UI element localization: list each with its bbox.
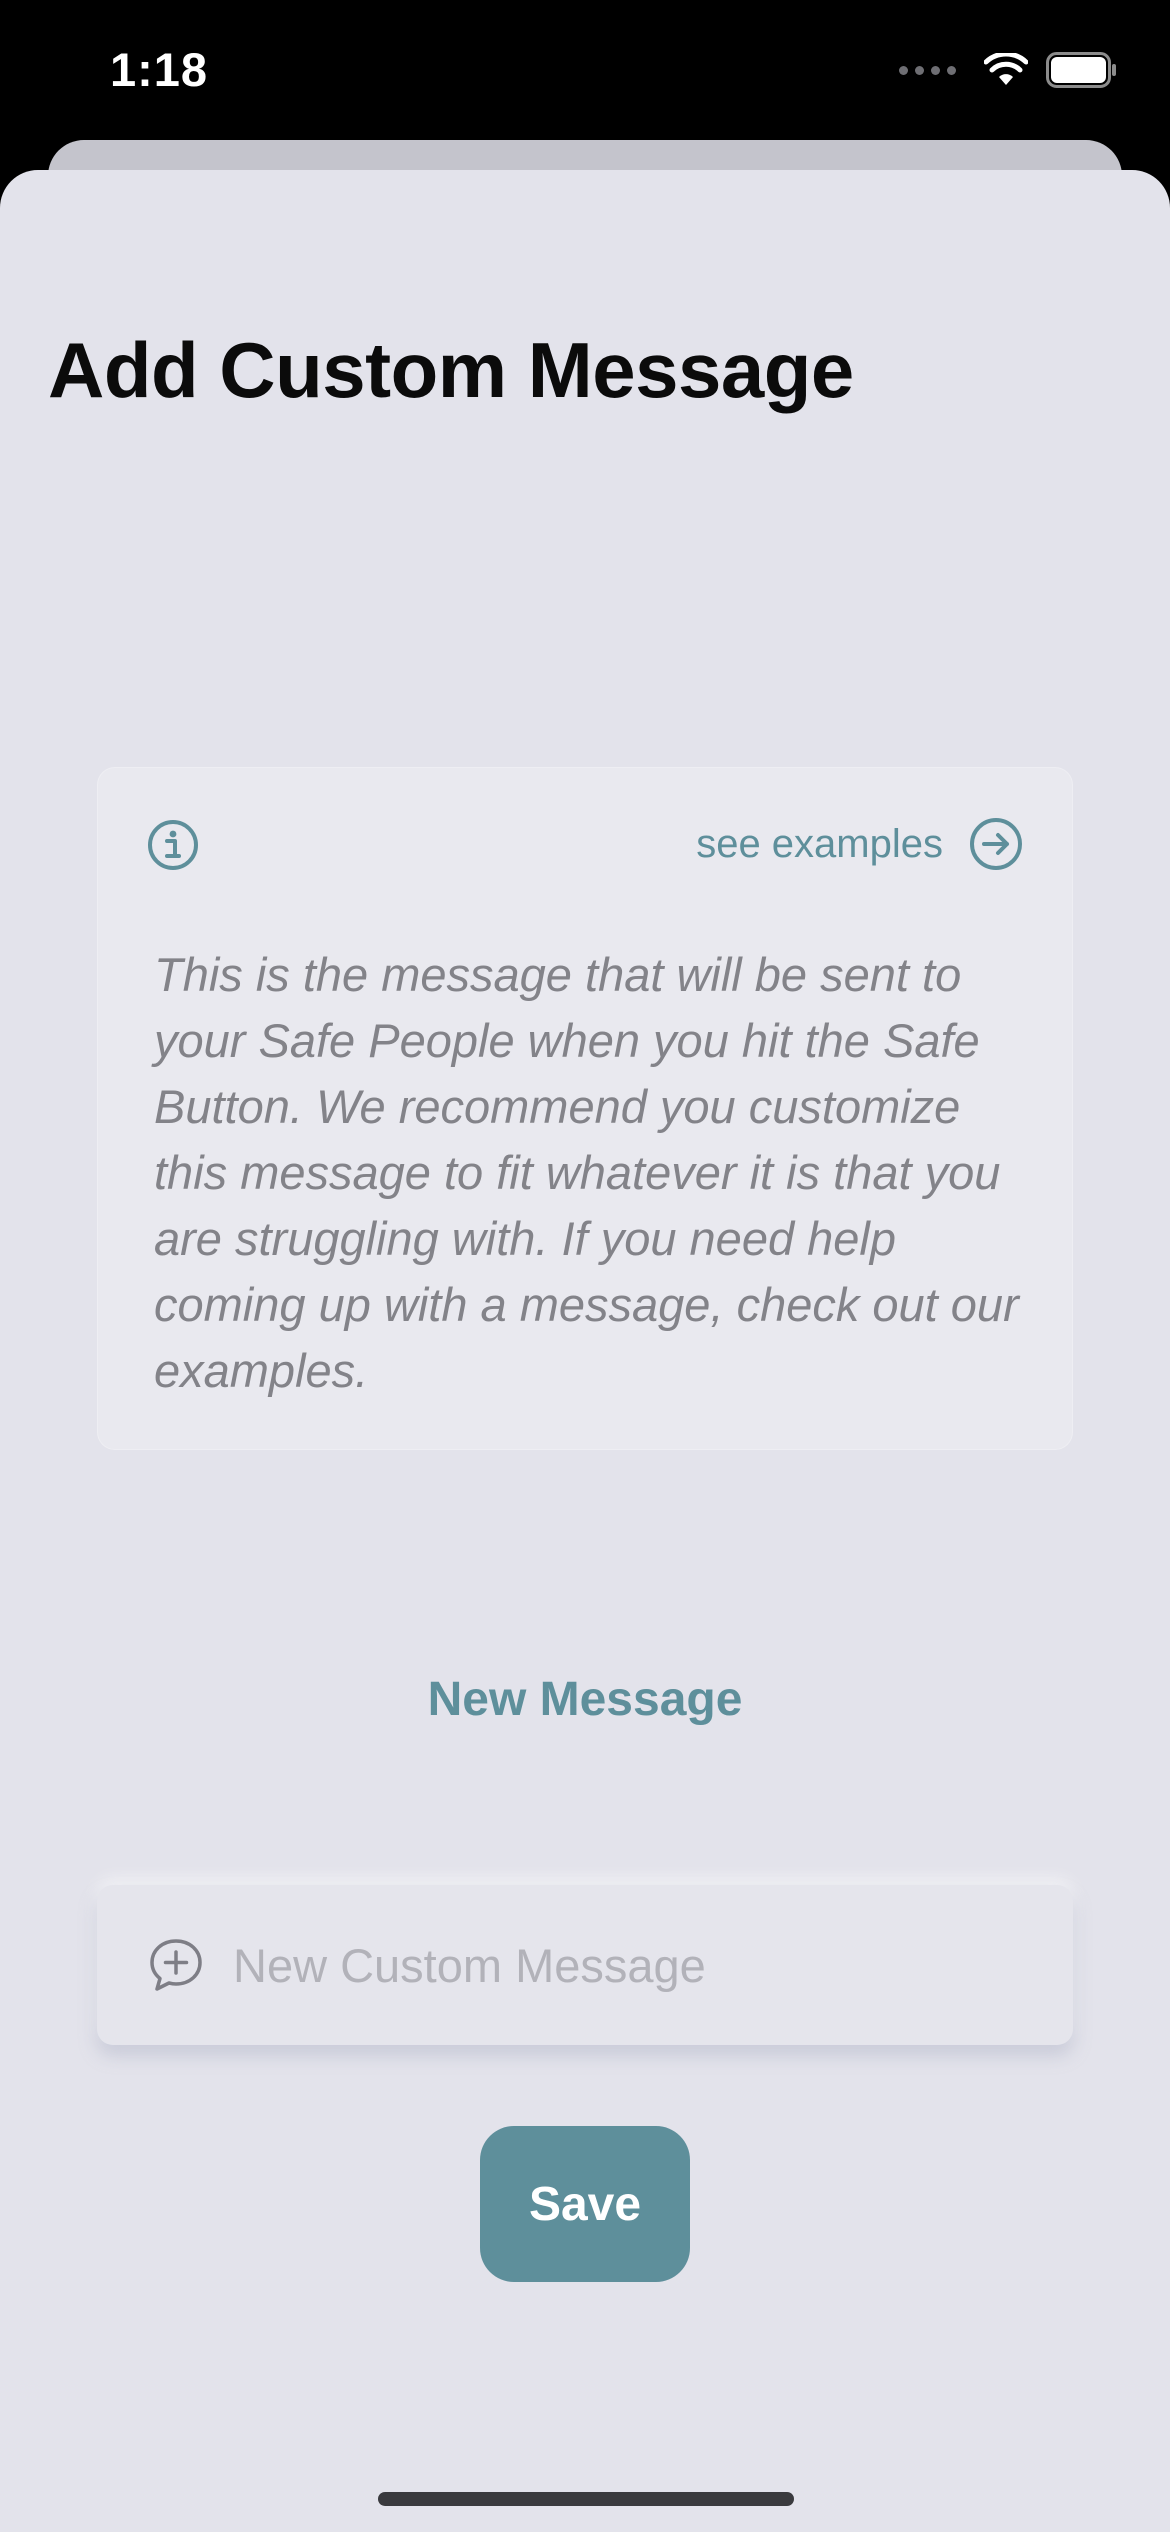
cellular-signal-icon [899,65,956,75]
custom-message-field[interactable] [97,1885,1073,2045]
see-examples-label: see examples [696,821,943,866]
status-icons [899,52,1118,88]
wifi-icon [984,53,1028,85]
arrow-right-circle-icon [970,818,1022,870]
info-circle-icon [148,820,198,870]
info-description: This is the message that will be sent to… [154,948,1019,1397]
page-title: Add Custom Message [48,326,854,414]
new-message-heading: New Message [427,1673,743,1726]
see-examples-link[interactable]: see examples [696,817,1023,871]
save-button[interactable]: Save [480,2126,690,2282]
status-bar: 1:18 [0,0,1170,150]
battery-icon [1046,52,1116,88]
custom-message-input[interactable] [233,1937,1053,1993]
message-add-icon [150,1939,202,1991]
info-card: see examples This is the message that wi… [97,767,1073,1450]
home-indicator[interactable] [378,2492,794,2506]
status-time: 1:18 [110,43,209,96]
